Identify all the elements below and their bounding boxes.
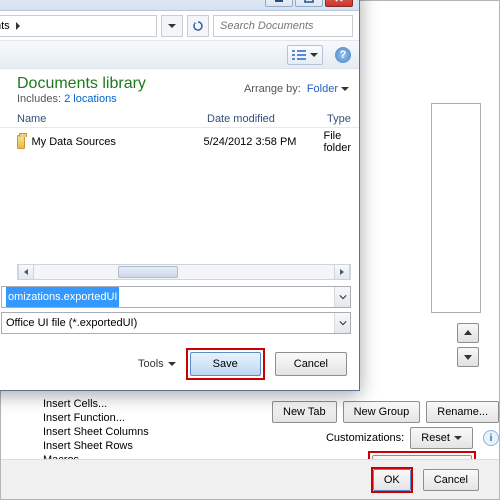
list-item[interactable]: Insert Function... bbox=[43, 411, 183, 425]
horizontal-scrollbar[interactable] bbox=[17, 264, 351, 280]
search-placeholder: Search Documents bbox=[220, 20, 314, 32]
titlebar bbox=[0, 0, 359, 11]
refresh-button[interactable] bbox=[187, 15, 209, 37]
column-headers[interactable]: Name Date modified Type bbox=[0, 109, 359, 128]
chevron-down-icon[interactable] bbox=[334, 287, 350, 307]
highlight-save: Save bbox=[186, 348, 265, 380]
arrange-value: Folder bbox=[307, 83, 338, 95]
close-button[interactable] bbox=[325, 0, 353, 7]
includes-label: Includes: bbox=[17, 93, 61, 105]
move-buttons bbox=[457, 323, 481, 371]
col-name[interactable]: Name bbox=[17, 113, 207, 125]
chevron-down-icon bbox=[168, 24, 176, 28]
filename-input[interactable]: omizations.exportedUI bbox=[1, 286, 351, 308]
library-subtitle: Includes: 2 locations bbox=[17, 93, 146, 105]
new-tab-button[interactable]: New Tab bbox=[272, 401, 337, 423]
arrange-label: Arrange by: bbox=[244, 83, 301, 95]
scroll-thumb[interactable] bbox=[118, 266, 178, 278]
col-type[interactable]: Type bbox=[327, 113, 351, 125]
scroll-right-button[interactable] bbox=[334, 265, 350, 279]
customizations-label: Customizations: bbox=[326, 432, 404, 444]
chevron-down-icon[interactable] bbox=[334, 313, 350, 333]
save-button[interactable]: Save bbox=[190, 352, 261, 376]
filetype-select[interactable]: Office UI file (*.exportedUI) bbox=[1, 312, 351, 334]
reset-button[interactable]: Reset bbox=[410, 427, 473, 449]
chevron-right-icon bbox=[16, 22, 20, 30]
locations-link[interactable]: 2 locations bbox=[64, 93, 117, 105]
arrange-by: Arrange by: Folder bbox=[244, 75, 349, 95]
rename-button[interactable]: Rename... bbox=[426, 401, 499, 423]
new-tab-label: New Tab bbox=[283, 406, 326, 418]
library-header: Documents library Includes: 2 locations … bbox=[0, 69, 359, 109]
list-item[interactable]: Insert Sheet Columns bbox=[43, 425, 183, 439]
cancel-label: Cancel bbox=[294, 358, 328, 370]
cell-name: My Data Sources bbox=[31, 136, 203, 148]
move-down-button[interactable] bbox=[457, 347, 479, 367]
info-icon[interactable]: i bbox=[483, 430, 499, 446]
address-bar-row: Documents Search Documents bbox=[0, 11, 359, 41]
customizations-row: Customizations: Reset i bbox=[326, 427, 499, 449]
list-item[interactable]: Insert Sheet Rows bbox=[43, 439, 183, 453]
help-icon[interactable]: ? bbox=[335, 47, 351, 63]
search-input[interactable]: Search Documents bbox=[213, 15, 353, 37]
breadcrumb[interactable]: Documents bbox=[0, 15, 157, 37]
save-label: Save bbox=[213, 358, 238, 370]
move-up-button[interactable] bbox=[457, 323, 479, 343]
history-dropdown[interactable] bbox=[161, 15, 183, 37]
minimize-button[interactable] bbox=[265, 0, 293, 7]
dialog-footer: OK Cancel bbox=[1, 459, 499, 499]
action-row: Tools Save Cancel bbox=[0, 344, 359, 390]
scroll-left-button[interactable] bbox=[18, 265, 34, 279]
file-list[interactable]: My Data Sources 5/24/2012 3:58 PM File f… bbox=[0, 128, 359, 264]
library-title: Documents library bbox=[17, 75, 146, 93]
cancel-label: Cancel bbox=[434, 474, 468, 486]
col-date[interactable]: Date modified bbox=[207, 113, 327, 125]
tab-buttons-row: New Tab New Group Rename... bbox=[272, 401, 499, 423]
filetype-value: Office UI file (*.exportedUI) bbox=[6, 313, 137, 333]
toolbar: ? bbox=[0, 41, 359, 69]
ok-label: OK bbox=[384, 474, 400, 486]
folder-icon bbox=[17, 135, 25, 149]
ok-button[interactable]: OK bbox=[373, 469, 411, 491]
breadcrumb-item[interactable]: Documents bbox=[0, 20, 10, 32]
tools-label: Tools bbox=[138, 358, 164, 370]
cell-date: 5/24/2012 3:58 PM bbox=[203, 136, 323, 148]
right-listbox[interactable] bbox=[431, 103, 481, 313]
maximize-button[interactable] bbox=[295, 0, 323, 7]
filename-fields: omizations.exportedUI Office UI file (*.… bbox=[0, 284, 359, 344]
chevron-down-icon bbox=[454, 436, 462, 440]
chevron-down-icon bbox=[341, 87, 349, 91]
arrange-dropdown[interactable]: Folder bbox=[307, 83, 349, 95]
reset-label: Reset bbox=[421, 432, 450, 444]
cancel-button[interactable]: Cancel bbox=[423, 469, 479, 491]
list-item[interactable]: Insert Cells... bbox=[43, 397, 183, 411]
filename-value: omizations.exportedUI bbox=[6, 287, 119, 307]
new-group-button[interactable]: New Group bbox=[343, 401, 421, 423]
cell-type: File folder bbox=[323, 130, 351, 154]
view-button[interactable] bbox=[287, 45, 323, 65]
chevron-down-icon bbox=[168, 362, 176, 366]
save-as-dialog: Documents Search Documents ? Documents l… bbox=[0, 0, 360, 391]
tools-dropdown[interactable]: Tools bbox=[138, 358, 176, 370]
table-row[interactable]: My Data Sources 5/24/2012 3:58 PM File f… bbox=[17, 132, 351, 152]
chevron-down-icon bbox=[310, 53, 318, 57]
cancel-button[interactable]: Cancel bbox=[275, 352, 347, 376]
rename-label: Rename... bbox=[437, 406, 488, 418]
new-group-label: New Group bbox=[354, 406, 410, 418]
highlight-ok: OK bbox=[371, 467, 413, 493]
